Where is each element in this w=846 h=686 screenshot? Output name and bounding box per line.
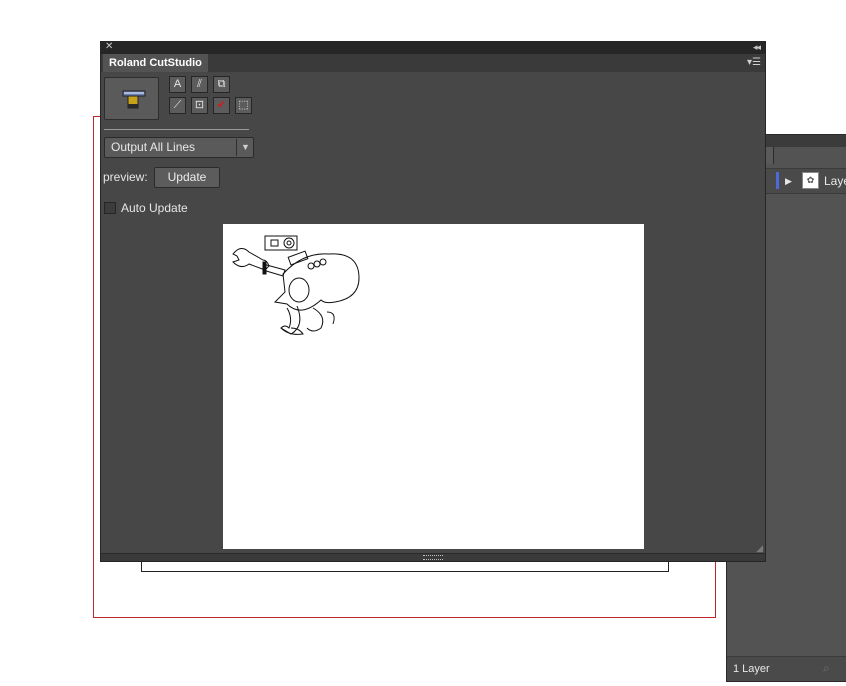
layer-color-swatch bbox=[776, 172, 779, 189]
resize-grip-icon[interactable]: ◢ bbox=[756, 544, 763, 553]
search-icon[interactable]: ⌕ bbox=[823, 661, 830, 675]
auto-update-label: Auto Update bbox=[121, 201, 188, 215]
preview-label: preview: bbox=[103, 170, 148, 184]
panel-menu-icon[interactable]: ▾☰ bbox=[747, 56, 761, 70]
send-to-cutter-button[interactable] bbox=[104, 77, 159, 120]
output-mode-select[interactable]: Output All Lines ▼ bbox=[104, 137, 254, 158]
robot-illustration bbox=[232, 235, 360, 335]
chevron-down-icon: ▼ bbox=[241, 142, 250, 152]
hatch-fill-icon[interactable]: ⫽ bbox=[191, 76, 208, 93]
drag-handle[interactable] bbox=[423, 555, 443, 560]
cutstudio-panel: ✕ ◂◂ Roland CutStudio ▾☰ A ⫽ ⧉ ⟋ ⊡ ✔ ⬚ O… bbox=[100, 41, 766, 562]
close-icon[interactable]: ✕ bbox=[105, 41, 113, 53]
weed-line-icon[interactable]: ⟋ bbox=[169, 97, 186, 114]
layer-count: 1 Layer bbox=[733, 663, 770, 675]
panel-titlebar: ✕ ◂◂ bbox=[101, 41, 765, 54]
check-icon[interactable]: ✔ bbox=[213, 97, 230, 114]
auto-update-checkbox[interactable] bbox=[104, 202, 116, 214]
preview-canvas bbox=[223, 224, 644, 549]
panel-resize-bar[interactable] bbox=[101, 553, 765, 561]
shape-overlap-icon[interactable]: ⧉ bbox=[213, 76, 230, 93]
panel-tab-strip: Roland CutStudio ▾☰ bbox=[101, 54, 765, 72]
layers-footer: 1 Layer ⌕ bbox=[727, 656, 846, 681]
separator bbox=[104, 129, 249, 130]
selection-box-icon[interactable]: ⬚ bbox=[235, 97, 252, 114]
tab-roland-cutstudio[interactable]: Roland CutStudio bbox=[103, 54, 208, 72]
collapse-icon[interactable]: ◂◂ bbox=[753, 41, 761, 53]
layer-name[interactable]: Layer 1 bbox=[824, 174, 846, 188]
expand-arrow-icon[interactable]: ▶ bbox=[785, 174, 792, 188]
layer-thumbnail: ✿ bbox=[802, 172, 819, 189]
text-outline-icon[interactable]: A bbox=[169, 76, 186, 93]
cutter-roller-icon bbox=[122, 90, 146, 109]
output-mode-value: Output All Lines bbox=[111, 140, 196, 154]
dropdown-divider bbox=[236, 139, 237, 156]
update-button[interactable]: Update bbox=[154, 167, 220, 188]
crop-marks-icon[interactable]: ⊡ bbox=[191, 97, 208, 114]
